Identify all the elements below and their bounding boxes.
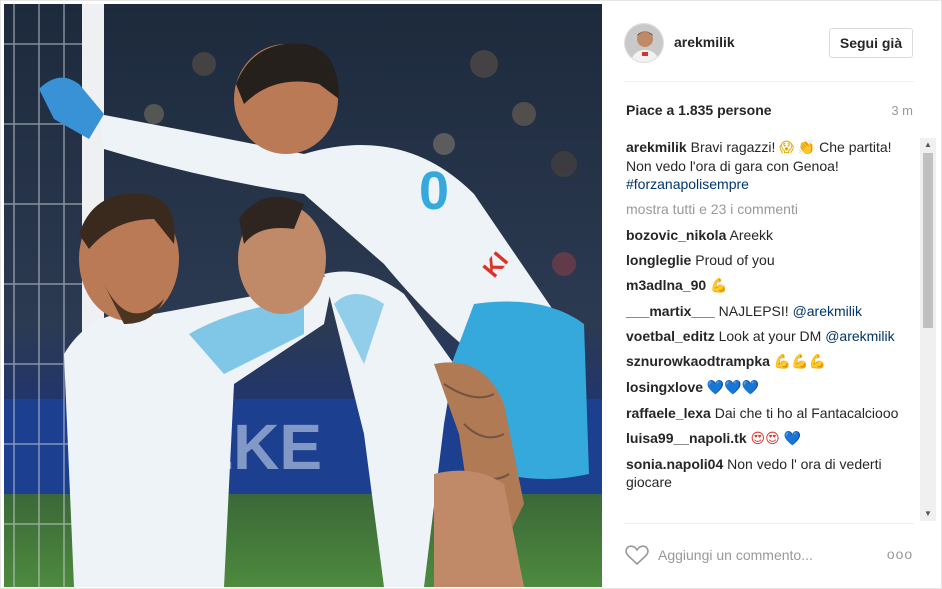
comments-scrollbar[interactable]: ▲ ▼ — [920, 138, 936, 521]
comment-username[interactable]: losingxlove — [626, 379, 703, 395]
caption: arekmilik Bravi ragazzi! 😱 👏 Che partita… — [626, 138, 916, 193]
comment-username[interactable]: luisa99__napoli.tk — [626, 430, 747, 446]
caption-text-part1: Bravi ragazzi! — [690, 139, 776, 155]
post-modal: LKE 0 KI arekmilik Segui già Piace a 1.8… — [0, 0, 942, 589]
blue-heart-emoji-icon: 💙💙💙 — [706, 380, 760, 396]
post-header: arekmilik Segui già — [602, 1, 942, 81]
comment-item: m3adlna_90 💪 — [626, 276, 916, 295]
comment-username[interactable]: voetbal_editz — [626, 328, 715, 344]
comment-text: Proud of you — [695, 252, 775, 268]
comment-text: Dai che ti ho al Fantacalciooo — [714, 405, 899, 421]
flexed-biceps-emoji-icon: 💪💪💪 — [773, 354, 827, 370]
comment-mention[interactable]: @arekmilik — [793, 303, 862, 319]
add-comment-input[interactable] — [658, 544, 878, 566]
likes-count[interactable]: Piace a 1.835 persone — [626, 102, 772, 118]
comment-item: raffaele_lexa Dai che ti ho al Fantacalc… — [626, 404, 916, 422]
comment-item: sonia.napoli04 Non vedo l' ora di vedert… — [626, 455, 916, 491]
heart-outline-icon — [625, 545, 649, 566]
comment-item: losingxlove 💙💙💙 — [626, 378, 916, 397]
comment-username[interactable]: ___martix___ — [626, 303, 715, 319]
comment-item: longleglie Proud of you — [626, 251, 916, 269]
scared-face-emoji-icon: 😱 — [779, 140, 794, 156]
post-side-panel: arekmilik Segui già Piace a 1.835 person… — [602, 1, 942, 589]
comment-mention[interactable]: @arekmilik — [825, 328, 894, 344]
show-all-comments-link[interactable]: mostra tutti e 23 i commenti — [626, 200, 916, 218]
clapping-hands-emoji-icon: 👏 — [797, 140, 816, 156]
post-author-username[interactable]: arekmilik — [674, 34, 735, 50]
comment-item: luisa99__napoli.tk 😍😍 💙 — [626, 429, 916, 448]
scroll-up-arrow-icon[interactable]: ▲ — [920, 138, 936, 152]
blue-heart-emoji-icon: 💙 — [783, 431, 802, 447]
comment-text: Look at your DM — [718, 328, 822, 344]
comments-list[interactable]: arekmilik Bravi ragazzi! 😱 👏 Che partita… — [626, 138, 916, 521]
comment-item: ___martix___ NAJLEPSI! @arekmilik — [626, 302, 916, 320]
scrollbar-thumb[interactable] — [923, 153, 933, 328]
comment-username[interactable]: sznurowkaodtrampka — [626, 353, 770, 369]
football-celebration-image: LKE 0 KI — [4, 4, 602, 587]
comment-text: NAJLEPSI! — [718, 303, 789, 319]
svg-text:0: 0 — [419, 161, 449, 221]
post-timestamp[interactable]: 3 m — [891, 103, 913, 118]
scroll-down-arrow-icon[interactable]: ▼ — [920, 507, 936, 521]
caption-hashtag[interactable]: #forzanapolisempre — [626, 176, 749, 192]
heart-eyes-emoji-icon: 😍😍 — [750, 431, 780, 447]
comment-username[interactable]: bozovic_nikola — [626, 227, 726, 243]
footer-divider — [624, 523, 914, 524]
comment-username[interactable]: sonia.napoli04 — [626, 456, 723, 472]
header-divider — [624, 81, 914, 82]
comment-item: voetbal_editz Look at your DM @arekmilik — [626, 327, 916, 345]
comment-item: sznurowkaodtrampka 💪💪💪 — [626, 352, 916, 371]
caption-username[interactable]: arekmilik — [626, 139, 687, 155]
comment-username[interactable]: longleglie — [626, 252, 691, 268]
following-button[interactable]: Segui già — [829, 28, 913, 58]
comment-username[interactable]: raffaele_lexa — [626, 405, 711, 421]
post-photo: LKE 0 KI — [4, 4, 602, 587]
comment-item: bozovic_nikola Areekk — [626, 226, 916, 244]
avatar[interactable] — [624, 23, 664, 63]
more-options-icon[interactable]: ooo — [886, 546, 914, 562]
flexed-biceps-emoji-icon: 💪 — [710, 278, 728, 294]
comment-username[interactable]: m3adlna_90 — [626, 277, 706, 293]
like-button[interactable] — [624, 543, 650, 567]
comment-text: Areekk — [729, 227, 774, 243]
